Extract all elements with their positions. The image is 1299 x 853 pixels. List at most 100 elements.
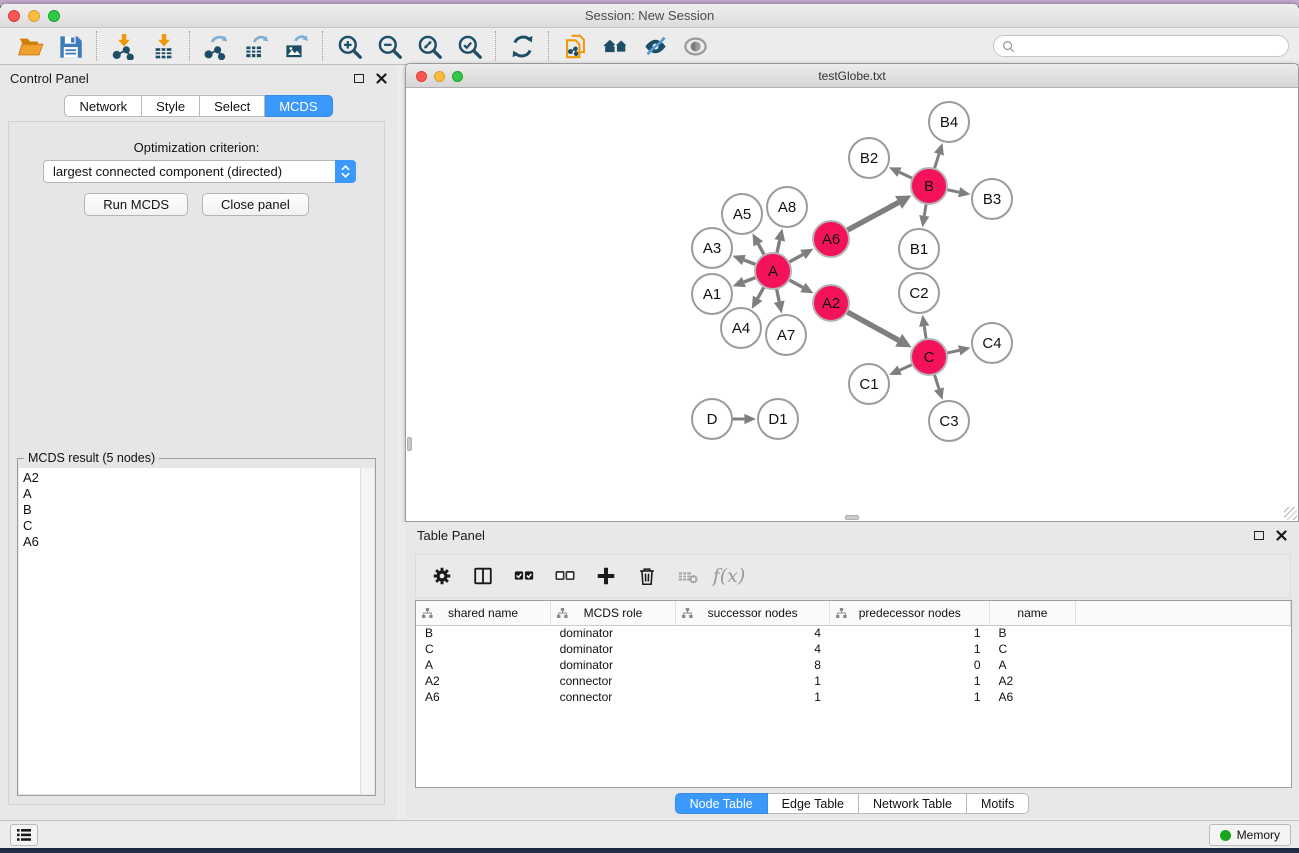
table-cell[interactable]: C: [990, 641, 1076, 657]
result-item[interactable]: A2: [23, 470, 362, 486]
zoom-fit-icon[interactable]: [409, 30, 449, 62]
search-field[interactable]: [993, 35, 1289, 57]
table-cell[interactable]: C: [416, 641, 551, 657]
node-C[interactable]: C: [911, 339, 947, 375]
node-A6[interactable]: A6: [813, 221, 849, 257]
select-all-icon[interactable]: [508, 561, 540, 591]
column-header-shared-name[interactable]: shared name: [416, 601, 551, 625]
table-cell[interactable]: A2: [416, 673, 551, 689]
table-row[interactable]: A2connector11A2: [416, 673, 1291, 689]
table-cell[interactable]: dominator: [551, 625, 676, 641]
show-panels-icon[interactable]: [675, 30, 715, 62]
export-image-icon[interactable]: [276, 30, 316, 62]
node-B2[interactable]: B2: [849, 138, 889, 178]
open-session-icon[interactable]: [10, 30, 50, 62]
tab-mcds[interactable]: MCDS: [265, 95, 332, 117]
close-icon[interactable]: [376, 73, 387, 84]
vertical-scrollbar-thumb[interactable]: [407, 437, 412, 451]
table-cell[interactable]: dominator: [551, 657, 676, 673]
search-input[interactable]: [1020, 39, 1280, 53]
table-cell[interactable]: 1: [830, 641, 990, 657]
node-A3[interactable]: A3: [692, 228, 732, 268]
node-D[interactable]: D: [692, 399, 732, 439]
node-C4[interactable]: C4: [972, 323, 1012, 363]
table-tab-node-table[interactable]: Node Table: [675, 793, 768, 814]
node-A7[interactable]: A7: [766, 315, 806, 355]
table-cell[interactable]: B: [416, 625, 551, 641]
close-panel-button[interactable]: Close panel: [202, 193, 309, 216]
node-C1[interactable]: C1: [849, 364, 889, 404]
float-icon[interactable]: [354, 74, 364, 83]
node-table[interactable]: shared nameMCDS rolesuccessor nodesprede…: [415, 600, 1292, 788]
result-scrollbar[interactable]: [360, 468, 374, 794]
task-history-button[interactable]: [10, 824, 38, 846]
table-tab-network-table[interactable]: Network Table: [859, 793, 967, 814]
table-cell[interactable]: 1: [675, 689, 830, 705]
node-A8[interactable]: A8: [767, 187, 807, 227]
node-A1[interactable]: A1: [692, 274, 732, 314]
table-cell[interactable]: A: [416, 657, 551, 673]
node-C3[interactable]: C3: [929, 401, 969, 441]
import-table-icon[interactable]: [143, 30, 183, 62]
table-cell[interactable]: 1: [675, 673, 830, 689]
mcds-result-list[interactable]: A2ABCA6: [19, 468, 362, 794]
table-cell[interactable]: B: [990, 625, 1076, 641]
zoom-selected-icon[interactable]: [449, 30, 489, 62]
export-table-icon[interactable]: [236, 30, 276, 62]
horizontal-scrollbar-thumb[interactable]: [845, 515, 859, 520]
table-row[interactable]: Bdominator41B: [416, 625, 1291, 641]
deselect-all-icon[interactable]: [549, 561, 581, 591]
network-graph[interactable]: B4B2BB3A8A5A6A3B1AC2A1A2A4A7C4CC1DD1C3: [407, 89, 1298, 521]
add-column-icon[interactable]: [590, 561, 622, 591]
node-C2[interactable]: C2: [899, 273, 939, 313]
result-item[interactable]: B: [23, 502, 362, 518]
refresh-network-icon[interactable]: [502, 30, 542, 62]
table-cell[interactable]: 1: [830, 689, 990, 705]
result-item[interactable]: A6: [23, 534, 362, 550]
table-cell[interactable]: 0: [830, 657, 990, 673]
table-tab-motifs[interactable]: Motifs: [967, 793, 1029, 814]
home-view-icon[interactable]: [595, 30, 635, 62]
run-mcds-button[interactable]: Run MCDS: [84, 193, 188, 216]
tab-style[interactable]: Style: [142, 95, 200, 117]
node-B1[interactable]: B1: [899, 229, 939, 269]
column-header-successor-nodes[interactable]: successor nodes: [675, 601, 830, 625]
network-canvas[interactable]: B4B2BB3A8A5A6A3B1AC2A1A2A4A7C4CC1DD1C3: [407, 89, 1298, 521]
copy-network-icon[interactable]: [555, 30, 595, 62]
table-row[interactable]: Cdominator41C: [416, 641, 1291, 657]
tab-network[interactable]: Network: [64, 95, 142, 117]
table-row[interactable]: Adominator80A: [416, 657, 1291, 673]
hide-panels-icon[interactable]: [635, 30, 675, 62]
memory-button[interactable]: Memory: [1209, 824, 1291, 846]
column-header-predecessor-nodes[interactable]: predecessor nodes: [830, 601, 990, 625]
result-item[interactable]: A: [23, 486, 362, 502]
resize-grip[interactable]: [1284, 507, 1297, 520]
close-icon[interactable]: [1276, 530, 1287, 541]
column-header-MCDS-role[interactable]: MCDS role: [551, 601, 676, 625]
table-cell[interactable]: connector: [551, 673, 676, 689]
table-tab-edge-table[interactable]: Edge Table: [768, 793, 859, 814]
table-cell[interactable]: 1: [830, 625, 990, 641]
node-A4[interactable]: A4: [721, 308, 761, 348]
table-cell[interactable]: A6: [990, 689, 1076, 705]
delete-column-icon[interactable]: [631, 561, 663, 591]
save-session-icon[interactable]: [50, 30, 90, 62]
result-item[interactable]: C: [23, 518, 362, 534]
zoom-out-icon[interactable]: [369, 30, 409, 62]
split-panel-icon[interactable]: [467, 561, 499, 591]
table-cell[interactable]: 4: [675, 641, 830, 657]
table-cell[interactable]: connector: [551, 689, 676, 705]
table-cell[interactable]: dominator: [551, 641, 676, 657]
table-cell[interactable]: A: [990, 657, 1076, 673]
settings-icon[interactable]: [426, 561, 458, 591]
export-network-icon[interactable]: [196, 30, 236, 62]
float-icon[interactable]: [1254, 531, 1264, 540]
zoom-in-icon[interactable]: [329, 30, 369, 62]
node-A5[interactable]: A5: [722, 194, 762, 234]
node-B3[interactable]: B3: [972, 179, 1012, 219]
column-header-name[interactable]: name: [990, 601, 1076, 625]
table-cell[interactable]: 1: [830, 673, 990, 689]
table-row[interactable]: A6connector11A6: [416, 689, 1291, 705]
optimization-criterion-select[interactable]: largest connected component (directed): [43, 160, 356, 183]
table-cell[interactable]: 4: [675, 625, 830, 641]
